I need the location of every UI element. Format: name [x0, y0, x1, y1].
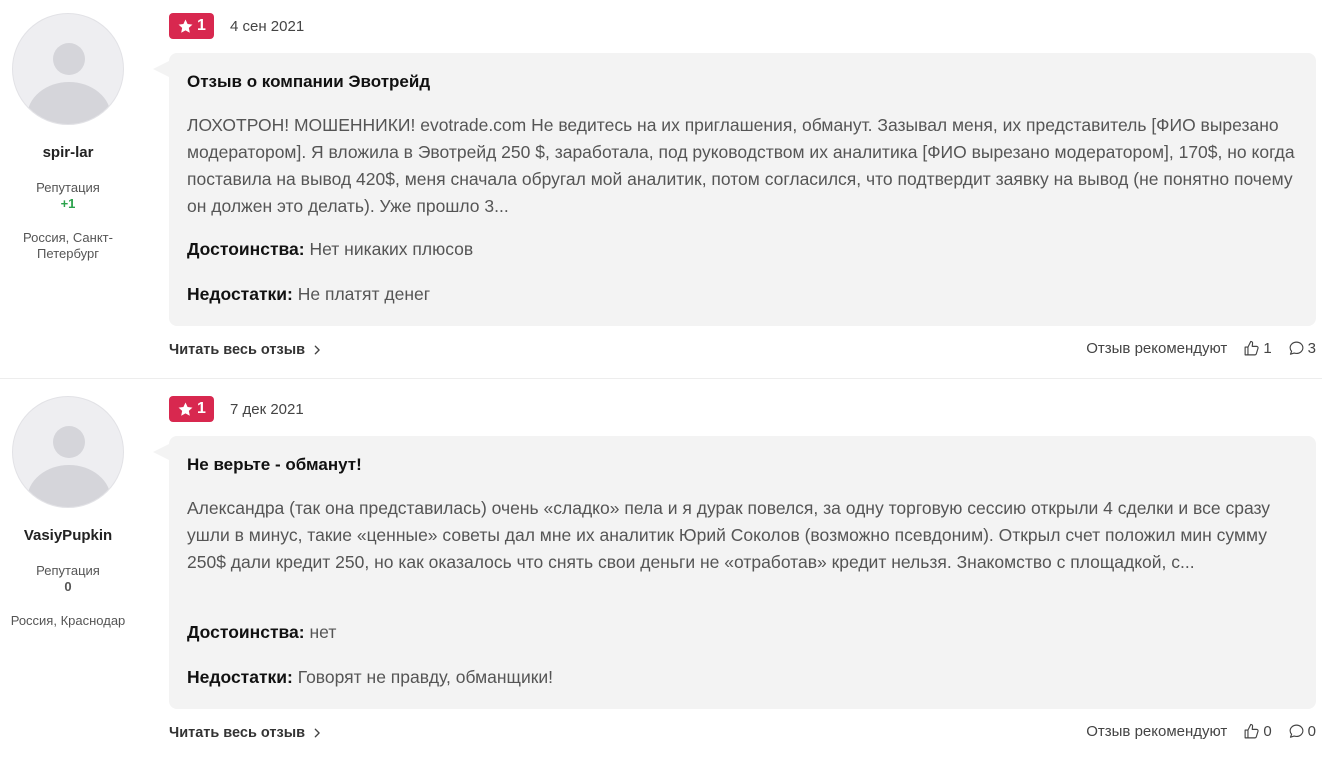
- review-cons: Недостатки: Не платят денег: [187, 284, 430, 305]
- review-item: VasiyPupkin Репутация 0 Россия, Краснода…: [0, 383, 1322, 758]
- rating-value: 1: [197, 17, 206, 34]
- review-card: Не верьте - обманут! Александра (так она…: [153, 436, 1316, 709]
- thumbs-up-icon: [1244, 723, 1259, 739]
- author-location: Россия, Санкт-Петербург: [23, 230, 113, 261]
- review-date: 4 сен 2021: [230, 18, 305, 35]
- review-text: Александра (так она представилась) очень…: [187, 498, 1271, 572]
- cons-text: Не платят денег: [297, 284, 431, 304]
- review-title[interactable]: Не верьте - обманут!: [187, 455, 362, 475]
- review-cons: Недостатки: Говорят не правду, обманщики…: [187, 667, 553, 688]
- avatar[interactable]: [12, 13, 124, 125]
- review-card: Отзыв о компании Эвотрейд ЛОХОТРОН! МОШЕ…: [153, 53, 1316, 326]
- like-button[interactable]: 0: [1243, 723, 1272, 740]
- author-location: Россия, Краснодар: [10, 613, 126, 628]
- rating-value: 1: [197, 400, 206, 417]
- review-text: ЛОХОТРОН! МОШЕННИКИ! evotrade.com Не вед…: [187, 115, 1295, 216]
- chevron-right-icon: [314, 728, 320, 738]
- pros-text: нет: [309, 622, 337, 642]
- reputation-value: 0: [64, 579, 72, 594]
- cons-label: Недостатки:: [187, 284, 293, 304]
- thumbs-up-icon: [1244, 340, 1259, 356]
- cons-text: Говорят не правду, обманщики!: [297, 667, 554, 687]
- chevron-right-icon: [314, 345, 320, 355]
- likes-count: 0: [1263, 723, 1272, 740]
- reputation-label: Репутация: [36, 563, 100, 578]
- star-icon: [178, 19, 193, 33]
- like-button[interactable]: 1: [1243, 340, 1272, 357]
- comments-count: 3: [1307, 340, 1316, 357]
- read-more-label: Читать весь отзыв: [169, 725, 306, 741]
- pros-label: Достоинства:: [187, 239, 305, 259]
- rating-badge: 1: [169, 396, 214, 422]
- review-pros: Достоинства: нет: [187, 622, 336, 643]
- read-more-label: Читать весь отзыв: [169, 342, 306, 358]
- cons-label: Недостатки:: [187, 667, 293, 687]
- star-icon: [178, 402, 193, 416]
- review-actions: Отзыв рекомендуют 1 3: [1086, 340, 1316, 357]
- read-full-review-link[interactable]: Читать весь отзыв: [169, 725, 321, 741]
- pros-label: Достоинства:: [187, 622, 305, 642]
- reputation-label: Репутация: [36, 180, 100, 195]
- recommend-label: Отзыв рекомендуют: [1086, 340, 1228, 357]
- comment-icon: [1289, 724, 1304, 738]
- review-item: spir-lar Репутация +1 Россия, Санкт-Пете…: [0, 0, 1322, 379]
- comments-button[interactable]: 0: [1288, 723, 1316, 740]
- comments-button[interactable]: 3: [1288, 340, 1316, 357]
- review-actions: Отзыв рекомендуют 0 0: [1086, 723, 1316, 740]
- review-pros: Достоинства: Нет никаких плюсов: [187, 239, 473, 260]
- review-date: 7 дек 2021: [230, 401, 304, 418]
- rating-badge: 1: [169, 13, 214, 39]
- author-username[interactable]: spir-lar: [0, 144, 136, 161]
- comments-count: 0: [1307, 723, 1316, 740]
- review-title[interactable]: Отзыв о компании Эвотрейд: [187, 72, 430, 92]
- reputation-value: +1: [60, 196, 76, 211]
- read-full-review-link[interactable]: Читать весь отзыв: [169, 342, 321, 358]
- comment-icon: [1289, 341, 1304, 355]
- likes-count: 1: [1263, 340, 1272, 357]
- avatar[interactable]: [12, 396, 124, 508]
- author-username[interactable]: VasiyPupkin: [0, 527, 136, 544]
- pros-text: Нет никаких плюсов: [309, 239, 474, 259]
- recommend-label: Отзыв рекомендуют: [1086, 723, 1228, 740]
